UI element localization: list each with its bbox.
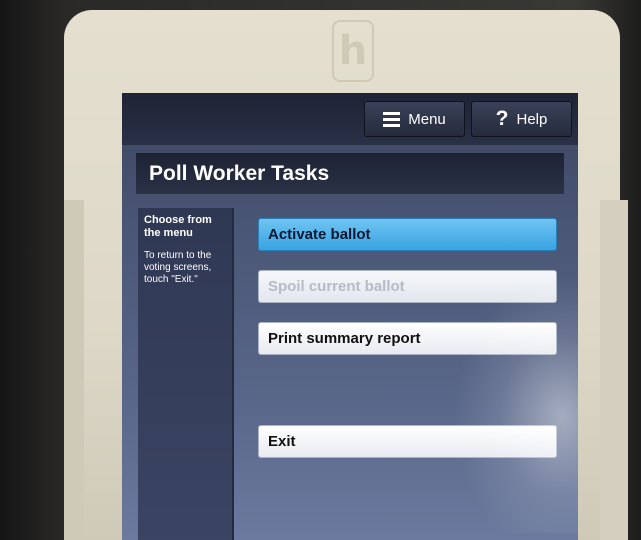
- touch-screen: Menu ? Help Poll Worker Tasks Choose fro…: [122, 93, 578, 540]
- device-logo: h: [332, 20, 374, 82]
- hamburger-icon: [383, 111, 401, 127]
- help-button[interactable]: ? Help: [471, 101, 572, 137]
- question-mark-icon: ?: [495, 107, 509, 130]
- top-bar: Menu ? Help: [122, 93, 578, 145]
- page-title: Poll Worker Tasks: [136, 153, 564, 194]
- menu-button[interactable]: Menu: [364, 101, 465, 137]
- exit-button[interactable]: Exit: [258, 425, 557, 458]
- button-label: Spoil current ballot: [268, 278, 405, 295]
- menu-label: Menu: [408, 110, 446, 128]
- bezel-left-edge: [64, 200, 84, 540]
- bezel-right-edge: [600, 200, 628, 540]
- activate-ballot-button[interactable]: Activate ballot: [258, 218, 557, 251]
- print-summary-report-button[interactable]: Print summary report: [258, 322, 557, 355]
- page-title-text: Poll Worker Tasks: [149, 161, 330, 185]
- instruction-title: Choose from the menu: [144, 214, 212, 239]
- instruction-text: To return to the voting screens, touch "…: [144, 250, 212, 285]
- screen-glare: [452, 273, 578, 533]
- button-label: Print summary report: [268, 330, 421, 347]
- instruction-panel: Choose from the menu To return to the vo…: [138, 208, 234, 540]
- button-label: Activate ballot: [268, 226, 371, 243]
- spoil-current-ballot-button[interactable]: Spoil current ballot: [258, 270, 557, 303]
- button-label: Exit: [268, 433, 296, 450]
- help-label: Help: [516, 110, 548, 128]
